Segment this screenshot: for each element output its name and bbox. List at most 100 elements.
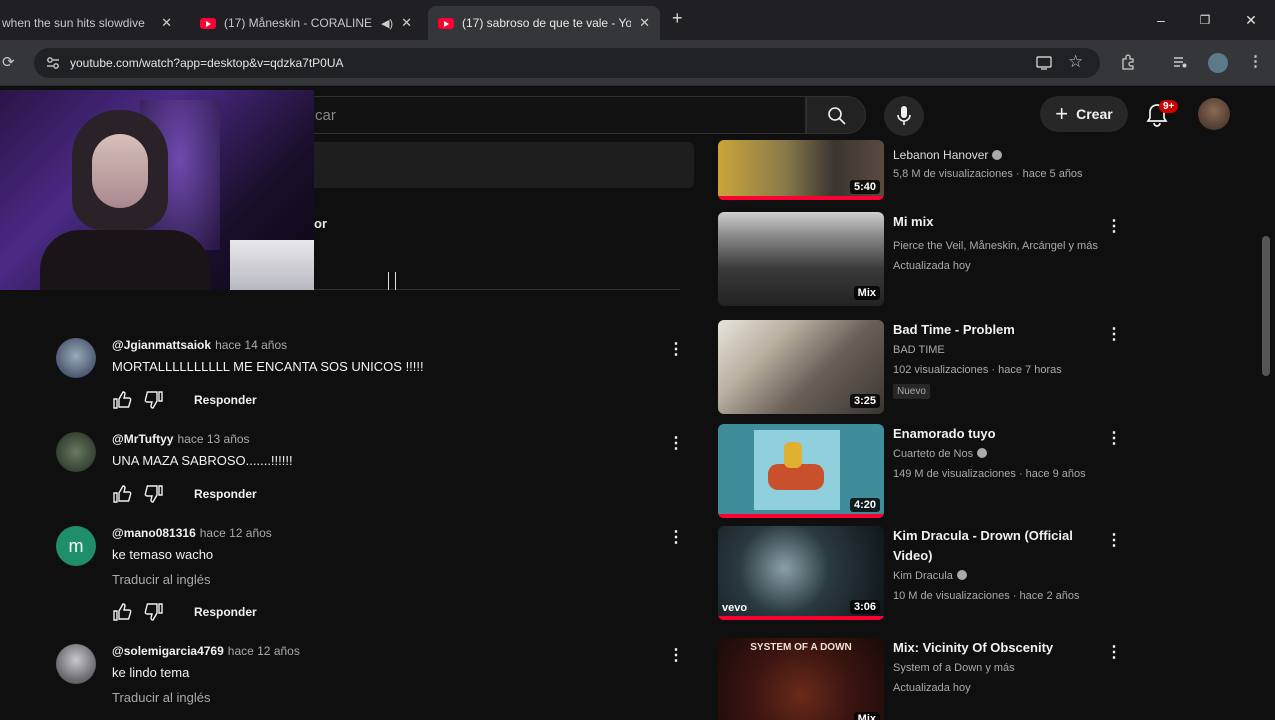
- person-face: [92, 134, 148, 208]
- video-menu-icon[interactable]: ⋮: [1106, 324, 1122, 344]
- video-thumbnail[interactable]: Mix: [718, 212, 884, 306]
- channel-name[interactable]: Pierce the Veil, Måneskin, Arcángel y má…: [893, 240, 1098, 252]
- close-icon[interactable]: ✕: [161, 15, 172, 31]
- dislike-icon[interactable]: [144, 603, 164, 621]
- close-icon[interactable]: ✕: [401, 15, 412, 31]
- comment-input-area[interactable]: [300, 142, 694, 188]
- comment-menu-icon[interactable]: ⋮: [668, 646, 684, 666]
- comment-author[interactable]: @mano081316 hace 12 años: [112, 526, 272, 540]
- comment-text: ke lindo tema: [112, 665, 190, 680]
- new-tab-button[interactable]: +: [672, 8, 683, 29]
- watch-progress-bar: [718, 514, 884, 518]
- rider-shape: [784, 442, 802, 468]
- video-menu-icon[interactable]: ⋮: [1106, 428, 1122, 448]
- avatar[interactable]: [56, 644, 96, 684]
- video-thumbnail[interactable]: vevo 3:06: [718, 526, 884, 620]
- close-window-button[interactable]: ✕: [1236, 8, 1266, 32]
- video-menu-icon[interactable]: ⋮: [1106, 216, 1122, 236]
- person-shoulders: [40, 230, 210, 290]
- video-title[interactable]: Mi mix: [893, 212, 1113, 232]
- channel-name: Kim Dracula: [893, 570, 953, 582]
- page-scrollbar[interactable]: [1262, 236, 1270, 376]
- media-controls-icon[interactable]: [1172, 54, 1188, 70]
- vevo-watermark: vevo: [722, 602, 748, 614]
- dislike-icon[interactable]: [144, 485, 164, 503]
- reply-button[interactable]: Responder: [194, 487, 257, 501]
- speaker-icon[interactable]: ◀): [381, 17, 393, 30]
- search-input[interactable]: car: [240, 96, 806, 134]
- avatar[interactable]: m: [56, 526, 96, 566]
- microphone-icon: [897, 106, 911, 125]
- translate-link[interactable]: Traducir al inglés: [112, 690, 211, 705]
- like-icon[interactable]: [112, 391, 132, 409]
- tab-maneskin[interactable]: (17) Måneskin - CORALINE ◀) ✕: [190, 6, 422, 40]
- translate-link[interactable]: Traducir al inglés: [112, 572, 211, 587]
- bookmark-star-icon[interactable]: ☆: [1068, 52, 1083, 72]
- tab-slowdive[interactable]: when the sun hits slowdive ✕: [0, 6, 182, 40]
- like-icon[interactable]: [112, 603, 132, 621]
- comment-item: @MrTuftyy hace 13 años UNA MAZA SABROSO..…: [56, 432, 696, 512]
- avatar[interactable]: [56, 338, 96, 378]
- related-video[interactable]: 4:20 Enamorado tuyo Cuarteto de Nos 149 …: [718, 424, 1238, 520]
- channel-name[interactable]: BAD TIME: [893, 344, 945, 356]
- comment-menu-icon[interactable]: ⋮: [668, 434, 684, 454]
- notification-count-badge: 9+: [1159, 100, 1179, 113]
- video-title[interactable]: Enamorado tuyo: [893, 424, 1113, 444]
- video-menu-icon[interactable]: ⋮: [1106, 530, 1122, 550]
- comment-menu-icon[interactable]: ⋮: [668, 340, 684, 360]
- video-thumbnail[interactable]: SYSTEM OF A DOWN Mix: [718, 638, 884, 720]
- minimize-button[interactable]: –: [1146, 8, 1176, 32]
- comment-author[interactable]: @solemigarcia4769 hace 12 años: [112, 644, 300, 658]
- create-button[interactable]: + Crear: [1040, 96, 1128, 132]
- dislike-icon[interactable]: [144, 391, 164, 409]
- video-thumbnail[interactable]: 4:20: [718, 424, 884, 518]
- site-info-icon[interactable]: [46, 56, 60, 70]
- video-channel[interactable]: Cuarteto de Nos: [893, 448, 988, 460]
- youtube-favicon-icon: [200, 17, 216, 29]
- video-title[interactable]: Kim Dracula - Drown (Official Video): [893, 526, 1113, 566]
- comment-actions: Responder: [112, 390, 257, 410]
- video-menu-icon[interactable]: ⋮: [1106, 642, 1122, 662]
- comment-text: UNA MAZA SABROSO.......!!!!!!: [112, 453, 293, 468]
- reply-button[interactable]: Responder: [194, 393, 257, 407]
- install-app-icon[interactable]: [1036, 56, 1052, 70]
- comment-author[interactable]: @MrTuftyy hace 13 años: [112, 432, 250, 446]
- profile-avatar[interactable]: [1208, 53, 1228, 73]
- tab-active-sabroso[interactable]: (17) sabroso de que te vale - YouTube ✕: [428, 6, 660, 40]
- search-button[interactable]: [806, 96, 866, 134]
- extensions-icon[interactable]: [1120, 54, 1136, 70]
- avatar[interactable]: [56, 432, 96, 472]
- like-icon[interactable]: [112, 485, 132, 503]
- address-bar[interactable]: youtube.com/watch?app=desktop&v=qdzka7tP…: [34, 48, 1100, 78]
- close-icon[interactable]: ✕: [639, 15, 650, 31]
- author-handle: @MrTuftyy: [112, 432, 174, 446]
- related-video[interactable]: 5:40 Lebanon Hanover 5,8 M de visualizac…: [718, 140, 1238, 200]
- video-channel[interactable]: Kim Dracula: [893, 570, 967, 582]
- comment-author[interactable]: @Jgianmattsaiok hace 14 años: [112, 338, 287, 352]
- video-thumbnail[interactable]: 3:25: [718, 320, 884, 414]
- video-channel[interactable]: Lebanon Hanover: [893, 148, 1003, 162]
- voice-search-button[interactable]: [884, 96, 924, 136]
- reply-button[interactable]: Responder: [194, 605, 257, 619]
- related-video[interactable]: SYSTEM OF A DOWN Mix Mix: Vicinity Of Ob…: [718, 638, 1238, 720]
- channel-name[interactable]: System of a Down y más: [893, 662, 1015, 674]
- related-video[interactable]: vevo 3:06 Kim Dracula - Drown (Official …: [718, 526, 1238, 622]
- comment-menu-icon[interactable]: ⋮: [668, 528, 684, 548]
- comment-item: @Jgianmattsaiok hace 14 años MORTALLLLLLL…: [56, 338, 696, 418]
- create-label: Crear: [1076, 106, 1113, 122]
- reload-icon[interactable]: ⟳: [2, 53, 15, 71]
- maximize-button[interactable]: ❐: [1190, 8, 1220, 32]
- video-duration: 4:20: [849, 498, 880, 512]
- account-avatar[interactable]: [1198, 98, 1230, 130]
- video-duration: Mix: [853, 286, 880, 300]
- video-title[interactable]: Mix: Vicinity Of Obscenity: [893, 638, 1113, 658]
- video-title[interactable]: Bad Time - Problem: [893, 320, 1113, 340]
- video-thumbnail[interactable]: 5:40: [718, 140, 884, 200]
- monitor-light: [230, 240, 314, 290]
- related-video[interactable]: 3:25 Bad Time - Problem BAD TIME 102 vis…: [718, 320, 1238, 416]
- tab-title: (17) sabroso de que te vale - YouTube: [462, 16, 632, 30]
- browser-menu-icon[interactable]: ⋮: [1248, 52, 1263, 70]
- comment-time: hace 13 años: [177, 432, 250, 446]
- video-duration: 3:25: [849, 394, 880, 408]
- related-video[interactable]: Mix Mi mix Pierce the Veil, Måneskin, Ar…: [718, 212, 1238, 308]
